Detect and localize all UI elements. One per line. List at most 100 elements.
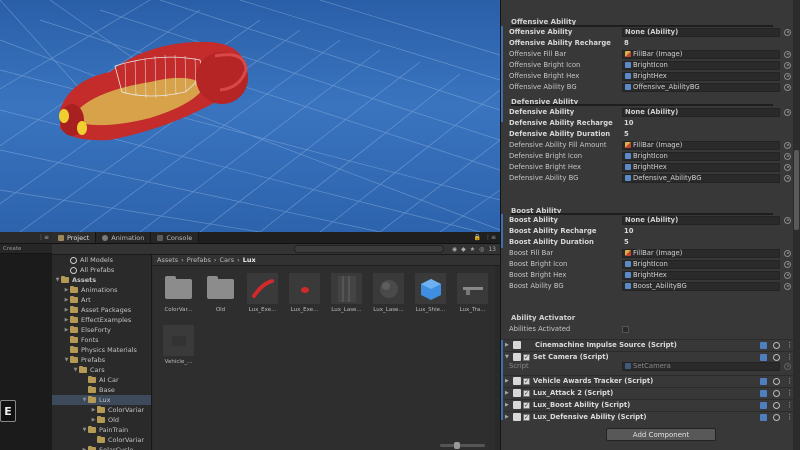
object-picker-icon[interactable] [784, 282, 791, 290]
foldout-arrow-icon[interactable]: ▶ [505, 342, 511, 348]
asset-prefab[interactable]: Lux_Lase... [371, 273, 406, 319]
eye-icon[interactable]: ◎ [479, 246, 484, 253]
thumbnail-size-slider[interactable] [440, 442, 485, 449]
collapse-arrow-icon[interactable]: ▶ [63, 297, 70, 303]
number-field[interactable]: 5 [622, 238, 791, 247]
object-field[interactable]: Offensive_AbilityBG [622, 82, 780, 92]
component-header[interactable]: ▶ ✓ Vehicle Awards Tracker (Script) ⋮ [503, 375, 799, 386]
inspector-scrollbar[interactable] [793, 0, 800, 450]
tree-item[interactable]: ▶ ColorVariar [52, 405, 151, 415]
number-field[interactable]: 10 [622, 227, 791, 236]
tree-item[interactable]: All Models [52, 255, 151, 265]
kebab-menu-icon[interactable]: ⋮ [786, 341, 793, 349]
object-picker-icon[interactable] [784, 61, 791, 69]
preset-gear-icon[interactable] [773, 401, 780, 409]
object-field[interactable]: FillBar (Image) [622, 49, 780, 59]
foldout-arrow-icon[interactable]: ▼ [505, 354, 511, 360]
object-field[interactable]: None (Ability) [622, 27, 780, 37]
object-picker-icon[interactable] [784, 28, 791, 36]
help-book-icon[interactable] [760, 341, 767, 349]
tab-project[interactable]: Project [52, 232, 97, 243]
asset-browser[interactable]: Assets › Prefabs › Cars › Lux ColorVar..… [153, 255, 500, 450]
object-field[interactable]: Boost_AbilityBG [622, 281, 780, 291]
tree-item[interactable]: ▼ Lux [52, 395, 151, 405]
scrollbar-thumb[interactable] [794, 150, 799, 230]
collapse-arrow-icon[interactable]: ▶ [63, 307, 70, 313]
tree-item[interactable]: ▶ EffectExamples [52, 315, 151, 325]
asset-prefab[interactable]: Vehicle_... [161, 325, 196, 371]
kebab-menu-icon[interactable]: ⋮≡ [38, 234, 49, 241]
help-book-icon[interactable] [760, 353, 767, 361]
object-picker-icon[interactable] [784, 141, 791, 149]
tree-item[interactable]: ▶ Art [52, 295, 151, 305]
object-field[interactable]: None (Ability) [622, 215, 780, 225]
add-component-button[interactable]: Add Component [606, 428, 716, 441]
asset-prefab[interactable]: Lux_Tra... [455, 273, 490, 319]
object-field[interactable]: FillBar (Image) [622, 248, 780, 258]
object-picker-icon[interactable] [784, 152, 791, 160]
component-header[interactable]: ▶ ✓ Lux_Boost Ability (Script) ⋮ [503, 399, 799, 410]
asset-prefab[interactable]: Lux_Exe... [287, 273, 322, 319]
help-book-icon[interactable] [760, 401, 767, 409]
kebab-menu-icon[interactable]: ⋮ [786, 353, 793, 361]
collapse-arrow-icon[interactable]: ▶ [63, 287, 70, 293]
object-picker-icon[interactable] [784, 174, 791, 182]
number-field[interactable]: 10 [622, 119, 791, 128]
object-field[interactable]: BrightHex [622, 270, 780, 280]
collapse-arrow-icon[interactable]: ▶ [90, 407, 97, 413]
expand-arrow-icon[interactable]: ▼ [54, 277, 61, 283]
scene-view[interactable] [0, 0, 500, 232]
help-book-icon[interactable] [760, 389, 767, 397]
object-field[interactable]: Defensive_AbilityBG [622, 173, 780, 183]
asset-folder[interactable]: Old [203, 273, 238, 319]
number-field[interactable]: 8 [622, 39, 791, 48]
tree-item[interactable]: AI Car [52, 375, 151, 385]
asset-prefab[interactable]: Lux_Exe... [245, 273, 280, 319]
kebab-menu-icon[interactable]: ⋮ [786, 401, 793, 409]
foldout-arrow-icon[interactable]: ▶ [505, 414, 511, 420]
preset-gear-icon[interactable] [773, 353, 780, 361]
tree-item[interactable]: ▼ Prefabs [52, 355, 151, 365]
tree-item[interactable]: ColorVariar [52, 435, 151, 445]
kebab-menu-icon[interactable]: ⋮≡ [485, 234, 496, 241]
kebab-menu-icon[interactable]: ⋮ [786, 377, 793, 385]
component-enabled-checkbox[interactable]: ✓ [523, 413, 530, 421]
help-book-icon[interactable] [760, 377, 767, 385]
object-picker-icon[interactable] [784, 260, 791, 268]
lock-icon[interactable]: 🔒 [473, 234, 480, 241]
collapse-arrow-icon[interactable]: ▶ [63, 327, 70, 333]
component-enabled-checkbox[interactable]: ✓ [523, 377, 530, 385]
preset-gear-icon[interactable] [773, 389, 780, 397]
expand-arrow-icon[interactable]: ▼ [63, 357, 70, 363]
folder-tree[interactable]: All Models All Prefabs ▼ Assets ▶ Animations ▶… [52, 255, 152, 450]
component-header[interactable]: ▶ ✓ Lux_Defensive Ability (Script) ⋮ [503, 411, 799, 422]
breadcrumb-current[interactable]: Lux [243, 256, 256, 264]
object-picker-icon[interactable] [784, 163, 791, 171]
kebab-menu-icon[interactable]: ⋮ [786, 389, 793, 397]
collapse-arrow-icon[interactable]: ▶ [90, 417, 97, 423]
tree-item[interactable]: ▶ SolarCycle [52, 445, 151, 450]
preset-gear-icon[interactable] [773, 341, 780, 349]
number-field[interactable]: 5 [622, 130, 791, 139]
object-picker-icon[interactable] [784, 108, 791, 116]
project-search-input[interactable] [293, 245, 444, 253]
expand-arrow-icon[interactable]: ▼ [72, 367, 79, 373]
slider-knob[interactable] [454, 442, 460, 449]
expand-arrow-icon[interactable]: ▼ [81, 427, 88, 433]
tree-item[interactable]: ▶ Old [52, 415, 151, 425]
object-field[interactable]: None (Ability) [622, 107, 780, 117]
tree-item[interactable]: All Prefabs [52, 265, 151, 275]
tab-animation[interactable]: Animation [96, 232, 152, 243]
filter-label-icon[interactable]: ◆ [461, 246, 466, 253]
object-picker-icon[interactable] [784, 50, 791, 58]
asset-prefab[interactable]: Lux_Shie... [413, 273, 448, 319]
object-picker-icon[interactable] [784, 216, 791, 224]
collapse-arrow-icon[interactable]: ▶ [63, 317, 70, 323]
tree-item[interactable]: Base [52, 385, 151, 395]
foldout-arrow-icon[interactable]: ▶ [505, 390, 511, 396]
component-enabled-checkbox[interactable]: ✓ [523, 353, 530, 361]
object-field[interactable]: BrightIcon [622, 60, 780, 70]
tree-item[interactable]: Physics Materials [52, 345, 151, 355]
object-picker-icon[interactable] [784, 271, 791, 279]
object-picker-icon[interactable] [784, 249, 791, 257]
